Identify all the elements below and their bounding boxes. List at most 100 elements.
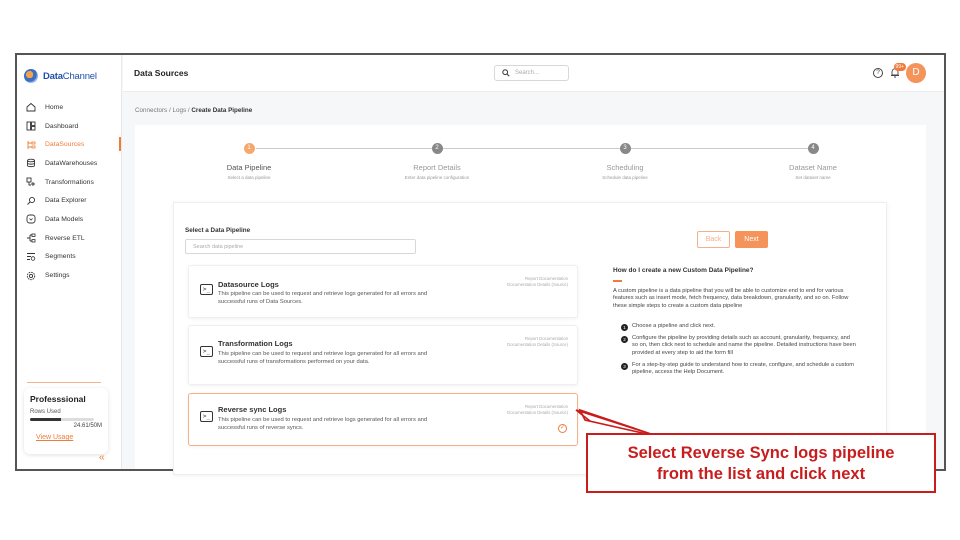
sidebar: DataChannel Home Dashboard DataSources D… <box>17 55 122 469</box>
pipeline-description: This pipeline can be used to request and… <box>218 417 428 431</box>
sidebar-item-label: Home <box>45 103 64 111</box>
documentation-details-link[interactable]: Documentation Details (Source) <box>507 282 568 288</box>
avatar[interactable]: D <box>906 63 926 83</box>
datasources-icon <box>26 140 36 150</box>
pipeline-search-input[interactable]: Search data pipeline <box>185 239 416 254</box>
step-scheduling: 3 Scheduling Schedule data pipeline <box>555 143 695 180</box>
terminal-icon: >_ <box>200 346 213 357</box>
help-step-text: For a step-by-step guide to understand h… <box>632 362 854 376</box>
database-icon <box>26 158 36 168</box>
step-dataset-name: 4 Dataset Name Set dataset name <box>743 143 883 180</box>
stepper: 1 Data Pipeline Select a data pipeline 2… <box>135 143 926 183</box>
step-number: 3 <box>619 143 631 154</box>
rows-used-count: 24.61/50M <box>73 423 102 429</box>
documentation-details-link[interactable]: Documentation Details (Source) <box>507 410 568 416</box>
pipeline-title: Datasource Logs <box>218 280 279 289</box>
reverse-etl-icon <box>26 233 36 243</box>
notification-badge: 99+ <box>893 63 906 71</box>
sidebar-item-home[interactable]: Home <box>17 98 121 117</box>
pipeline-doc-links: Report Documentation Documentation Detai… <box>507 336 568 348</box>
step-subtitle: Set dataset name <box>795 175 831 180</box>
pipeline-title: Transformation Logs <box>218 339 293 348</box>
sidebar-item-data-models[interactable]: Data Models <box>17 210 121 229</box>
sidebar-item-dashboard[interactable]: Dashboard <box>17 117 121 136</box>
step-title: Dataset Name <box>789 163 837 172</box>
step-subtitle: Schedule data pipeline <box>602 175 648 180</box>
models-icon <box>26 214 36 224</box>
pipeline-option-datasource-logs[interactable]: >_ Datasource Logs This pipeline can be … <box>188 265 578 318</box>
search-placeholder: Search... <box>515 70 540 76</box>
step-number: 1 <box>243 143 255 154</box>
plan-usage-card: Professsional Rows Used 24.61/50M View U… <box>24 388 108 454</box>
sidebar-item-label: Segments <box>45 253 76 261</box>
brand-logo[interactable]: DataChannel <box>24 69 97 83</box>
pipeline-doc-links: Report Documentation Documentation Detai… <box>507 276 568 288</box>
pipeline-option-transformation-logs[interactable]: >_ Transformation Logs This pipeline can… <box>188 325 578 385</box>
step-subtitle: Enter data pipeline configuration <box>404 175 470 180</box>
dashboard-icon <box>26 121 36 131</box>
top-header: Data Sources Search... ? 99+ D <box>123 55 944 92</box>
rows-used-label: Rows Used <box>30 409 61 415</box>
collapse-sidebar-icon[interactable]: « <box>99 452 105 463</box>
help-step-number: 2 <box>621 336 628 343</box>
sidebar-item-data-explorer[interactable]: Data Explorer <box>17 191 121 210</box>
sidebar-item-datawarehouses[interactable]: DataWarehouses <box>17 154 121 173</box>
help-step: 1 Choose a pipeline and click next. <box>621 323 856 331</box>
brand-name: DataChannel <box>43 70 97 82</box>
main-content: 1 Data Pipeline Select a data pipeline 2… <box>135 125 926 475</box>
callout-line-1: Select Reverse Sync logs pipeline <box>627 444 895 462</box>
breadcrumb-current: Create Data Pipeline <box>191 107 253 114</box>
logo-icon <box>24 69 38 83</box>
help-icon[interactable]: ? <box>873 68 883 78</box>
sidebar-item-label: DataSources <box>45 141 85 149</box>
step-report-details: 2 Report Details Enter data pipeline con… <box>367 143 507 180</box>
usage-progress-bar <box>30 418 94 421</box>
step-number: 4 <box>807 143 819 154</box>
home-icon <box>26 102 36 112</box>
transform-icon <box>26 177 36 187</box>
search-icon <box>502 69 510 77</box>
help-step-number: 3 <box>621 363 628 370</box>
breadcrumb-separator: / <box>168 107 171 114</box>
step-data-pipeline: 1 Data Pipeline Select a data pipeline <box>179 143 319 180</box>
breadcrumb: Connectors / Logs / Create Data Pipeline <box>135 107 252 114</box>
documentation-details-link[interactable]: Documentation Details (Source) <box>507 342 568 348</box>
sidebar-item-label: Reverse ETL <box>45 234 85 242</box>
breadcrumb-logs[interactable]: Logs <box>172 107 186 114</box>
help-body: A custom pipeline is a data pipeline tha… <box>613 288 849 309</box>
step-subtitle: Select a data pipeline <box>227 175 271 180</box>
gear-icon <box>26 271 36 281</box>
selected-check-icon: ✓ <box>558 424 567 433</box>
sidebar-item-reverse-etl[interactable]: Reverse ETL <box>17 229 121 248</box>
sidebar-item-settings[interactable]: Settings <box>17 266 121 285</box>
step-title: Report Details <box>413 163 461 172</box>
step-title: Scheduling <box>606 163 644 172</box>
sidebar-item-label: Dashboard <box>45 122 79 130</box>
view-usage-link[interactable]: View Usage <box>36 434 102 441</box>
terminal-icon: >_ <box>200 284 213 295</box>
help-step-text: Configure the pipeline by providing deta… <box>632 335 856 356</box>
pipeline-doc-links: Report Documentation Documentation Detai… <box>507 404 568 416</box>
select-pipeline-label: Select a Data Pipeline <box>185 227 251 234</box>
callout-line-2: from the list and click next <box>656 465 866 483</box>
sidebar-item-transformations[interactable]: Transformations <box>17 173 121 192</box>
search-input[interactable]: Search... <box>494 65 569 81</box>
help-step: 2 Configure the pipeline by providing de… <box>621 335 856 357</box>
next-button[interactable]: Next <box>735 231 768 248</box>
help-step: 3 For a step-by-step guide to understand… <box>621 362 856 377</box>
breadcrumb-separator: / <box>187 107 190 114</box>
back-button[interactable]: Back <box>697 231 730 248</box>
sidebar-item-datasources[interactable]: DataSources <box>17 135 121 154</box>
sidebar-nav: Home Dashboard DataSources DataWarehouse… <box>17 98 121 285</box>
stepper-line <box>256 148 814 149</box>
segments-icon <box>26 252 36 262</box>
pipeline-option-reverse-sync-logs[interactable]: >_ Reverse sync Logs This pipeline can b… <box>188 393 578 446</box>
usage-progress-fill <box>30 418 62 421</box>
breadcrumb-connectors[interactable]: Connectors <box>135 107 167 114</box>
help-accent-bar <box>613 280 622 282</box>
sidebar-item-segments[interactable]: Segments <box>17 248 121 267</box>
pipeline-description: This pipeline can be used to request and… <box>218 291 428 305</box>
help-step-text: Choose a pipeline and click next. <box>632 323 716 329</box>
sidebar-item-label: Data Explorer <box>45 197 87 205</box>
sidebar-item-label: Transformations <box>45 178 94 186</box>
